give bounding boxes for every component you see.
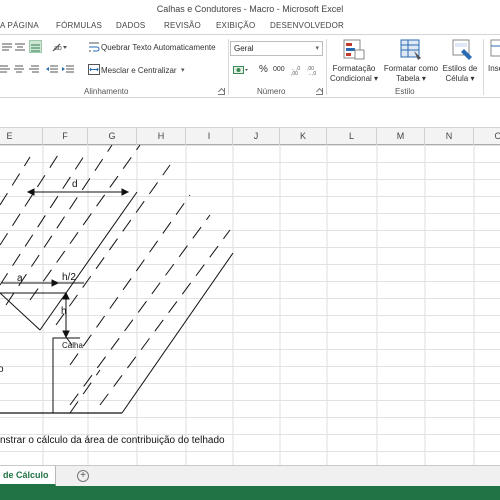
- format-as-table-line2: Tabela: [396, 74, 420, 83]
- column-header-l[interactable]: L: [327, 128, 377, 145]
- formula-bar[interactable]: [0, 98, 500, 128]
- number-launcher-icon[interactable]: [316, 88, 323, 95]
- tab-data[interactable]: DADOS: [116, 18, 145, 34]
- label-partial: o: [0, 364, 4, 375]
- column-header-g[interactable]: G: [88, 128, 137, 145]
- cell-styles-line2: Célula: [445, 74, 469, 83]
- svg-text:→,0: →,0: [307, 71, 316, 76]
- label-calha: Calha: [62, 341, 83, 350]
- conditional-formatting-line1: Formatação: [332, 64, 376, 73]
- number-group-label: Número: [257, 87, 286, 96]
- number-format-select[interactable]: Geral ▾: [230, 41, 323, 56]
- column-header-f[interactable]: F: [43, 128, 88, 145]
- merge-center-button[interactable]: Mesclar e Centralizar: [101, 66, 177, 75]
- column-header-o[interactable]: O: [474, 128, 500, 145]
- excel-window: Calhas e Condutores - Macro - Microsoft …: [0, 0, 500, 500]
- roof-drawing: [0, 145, 234, 414]
- group-separator: [326, 39, 327, 95]
- align-right-icon[interactable]: [29, 64, 39, 76]
- alignment-group-label: Alinhamento: [84, 87, 129, 96]
- roof-hatch: [0, 145, 231, 414]
- worksheet-grid[interactable]: d a h/2 h Calha o nstrar o cálculo da ár…: [0, 145, 500, 465]
- tab-formulas[interactable]: FÓRMULAS: [56, 18, 102, 34]
- decrease-indent-icon[interactable]: [46, 64, 58, 76]
- number-format-value: Geral: [234, 44, 254, 53]
- align-center-icon[interactable]: [14, 64, 24, 76]
- insert-cells-icon[interactable]: [490, 39, 500, 63]
- percent-button[interactable]: %: [259, 64, 268, 75]
- sheet-tab-bar: de Cálculo +: [0, 465, 500, 486]
- decrease-decimal-icon[interactable]: ,00 →,0: [307, 64, 321, 78]
- format-as-table-icon[interactable]: [400, 39, 422, 63]
- plus-icon: +: [80, 470, 86, 481]
- tab-developer[interactable]: DESENVOLVEDOR: [270, 18, 344, 34]
- insert-cells-button[interactable]: Inse: [488, 64, 500, 73]
- align-bottom-icon[interactable]: [29, 40, 42, 53]
- wrap-text-icon[interactable]: [88, 41, 100, 55]
- group-separator: [228, 39, 229, 95]
- column-header-e[interactable]: E: [0, 128, 43, 145]
- column-header-n[interactable]: N: [425, 128, 474, 145]
- label-a: a: [17, 273, 23, 284]
- cell-styles-button[interactable]: Estilos de Célula ▾: [441, 64, 479, 84]
- format-as-table-line1: Formatar como: [383, 64, 439, 73]
- cell-styles-line1: Estilos de: [442, 64, 478, 73]
- ribbon-tabs: A PÁGINA FÓRMULAS DADOS REVISÃO EXIBIÇÃO…: [0, 18, 500, 34]
- merge-center-icon[interactable]: [88, 64, 100, 77]
- increase-indent-icon[interactable]: [62, 64, 74, 76]
- cell-styles-icon[interactable]: [452, 39, 474, 63]
- window-title: Calhas e Condutores - Macro - Microsoft …: [156, 4, 344, 14]
- sheet-tab-active[interactable]: de Cálculo: [0, 466, 56, 486]
- column-header-m[interactable]: M: [377, 128, 425, 145]
- conditional-formatting-line2: Condicional: [330, 74, 372, 83]
- currency-icon[interactable]: [233, 64, 249, 78]
- arrow-icon: [26, 188, 35, 196]
- column-header-k[interactable]: K: [280, 128, 327, 145]
- merge-dropdown-icon[interactable]: ▾: [181, 66, 185, 74]
- grid-lines: [0, 145, 500, 465]
- conditional-formatting-icon[interactable]: [343, 39, 365, 63]
- svg-text:,00: ,00: [291, 71, 298, 76]
- conditional-formatting-button[interactable]: Formatação Condicional ▾: [330, 64, 378, 84]
- arrow-icon: [121, 188, 130, 196]
- chevron-down-icon: ▾: [315, 45, 319, 52]
- styles-group-label: Estilo: [395, 87, 415, 96]
- label-h2: h/2: [62, 272, 76, 283]
- tab-review[interactable]: REVISÃO: [164, 18, 201, 34]
- column-header-j[interactable]: J: [233, 128, 280, 145]
- column-headers: EFGHIJKLMNO: [0, 128, 500, 145]
- thousands-button[interactable]: 000: [273, 66, 285, 73]
- label-d: d: [72, 179, 78, 190]
- ribbon: ab Quebrar Texto Automaticamente Mesclar…: [0, 34, 500, 98]
- tab-view[interactable]: EXIBIÇÃO: [216, 18, 255, 34]
- add-sheet-button[interactable]: +: [77, 470, 89, 482]
- label-h: h: [61, 306, 67, 317]
- orientation-icon[interactable]: ab: [52, 41, 68, 55]
- grid-canvas: d a h/2 h Calha o nstrar o cálculo da ár…: [0, 145, 500, 465]
- align-left-icon[interactable]: [0, 64, 10, 76]
- increase-decimal-icon[interactable]: ←,0,00: [291, 64, 305, 78]
- arrow-icon: [51, 279, 60, 287]
- status-bar: [0, 486, 500, 500]
- align-top-icon[interactable]: [2, 42, 12, 54]
- svg-text:ab: ab: [54, 45, 62, 52]
- arrow-icon: [62, 330, 70, 339]
- align-middle-icon[interactable]: [15, 42, 25, 54]
- tab-page-layout[interactable]: A PÁGINA: [0, 18, 39, 34]
- sheet-tab-label: de Cálculo: [3, 470, 49, 480]
- column-header-i[interactable]: I: [186, 128, 233, 145]
- format-as-table-button[interactable]: Formatar como Tabela ▾: [383, 64, 439, 84]
- title-bar: Calhas e Condutores - Macro - Microsoft …: [0, 0, 500, 18]
- group-separator: [483, 39, 484, 95]
- alignment-launcher-icon[interactable]: [218, 88, 225, 95]
- wrap-text-button[interactable]: Quebrar Texto Automaticamente: [101, 43, 216, 52]
- drawing-caption: nstrar o cálculo da área de contribuição…: [0, 435, 225, 446]
- column-header-h[interactable]: H: [137, 128, 186, 145]
